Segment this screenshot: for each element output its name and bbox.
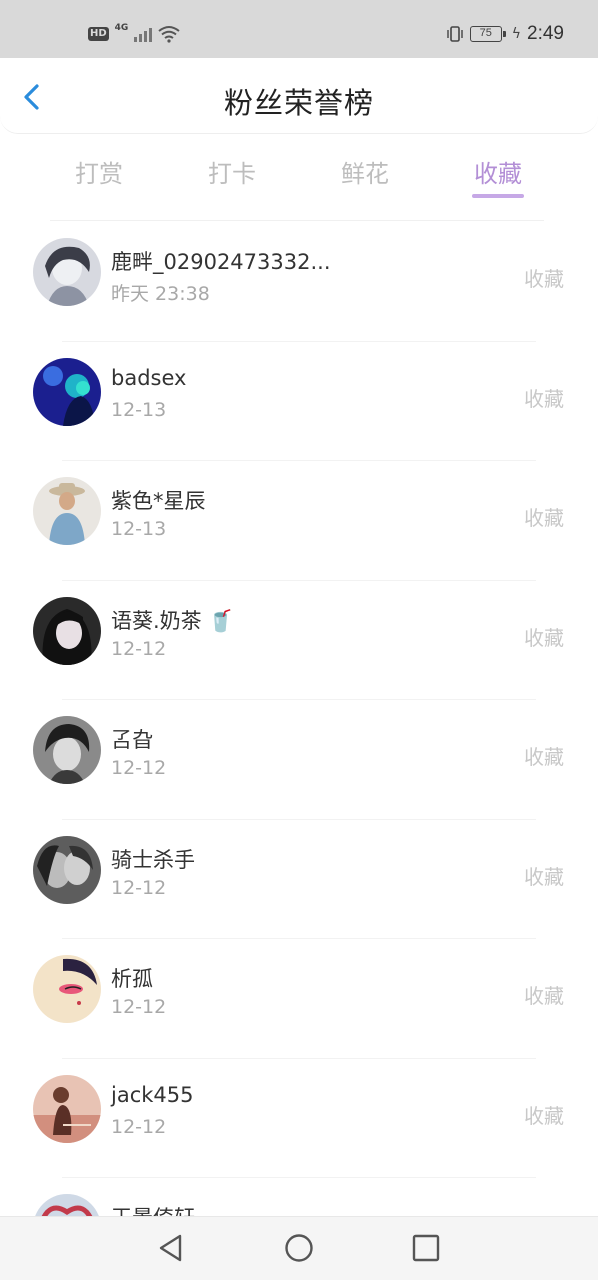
drink-emoji-icon: 🥤	[207, 608, 234, 633]
nav-recent-square-icon[interactable]	[409, 1231, 443, 1265]
fan-name: 紫色*星辰	[111, 489, 206, 513]
battery-icon: 75	[469, 26, 506, 42]
charging-icon: ϟ	[511, 26, 522, 42]
list-item[interactable]: 语葵.奶茶 🥤 12-12 收藏	[0, 581, 598, 700]
fan-name: badsex	[111, 365, 187, 390]
status-right: 75 ϟ 2:49	[446, 20, 564, 48]
fan-name: 王景倚轩	[111, 1202, 195, 1216]
fan-date: 12-13	[111, 398, 167, 421]
page-title: 粉丝荣誉榜	[223, 86, 374, 120]
active-tab-indicator	[472, 194, 524, 198]
avatar	[33, 1194, 101, 1216]
tabs-divider	[50, 220, 544, 221]
avatar	[33, 596, 101, 665]
fan-name: 语葵.奶茶 🥤	[111, 608, 234, 633]
favorite-action[interactable]: 收藏	[524, 980, 564, 1009]
fan-name: 叾旮	[111, 728, 153, 752]
system-nav-bar	[0, 1216, 598, 1280]
fan-date: 12-12	[111, 637, 167, 660]
nav-back-triangle-icon[interactable]	[154, 1231, 188, 1265]
fan-name: jack455	[111, 1082, 194, 1107]
avatar	[33, 477, 101, 545]
tab-bar: 打赏 打卡 鲜花 收藏	[0, 150, 598, 210]
fan-date: 12-12	[111, 876, 167, 899]
list-item[interactable]: 鹿畔_02902473332... 昨天 23:38 收藏	[0, 222, 598, 342]
fan-name: 鹿畔_02902473332...	[111, 250, 331, 274]
tab-favorites[interactable]: 收藏	[458, 154, 538, 189]
list-item[interactable]: 骑士杀手 12-12 收藏	[0, 820, 598, 939]
favorite-action[interactable]: 收藏	[524, 502, 564, 531]
fan-date: 12-12	[111, 1115, 167, 1138]
fan-name: 骑士杀手	[111, 847, 195, 872]
favorite-action[interactable]: 收藏	[524, 263, 564, 292]
avatar	[33, 955, 101, 1023]
favorite-action[interactable]: 收藏	[524, 1100, 564, 1129]
avatar	[33, 357, 101, 426]
signal-icon	[134, 26, 153, 42]
list-item[interactable]: jack455 12-12 收藏	[0, 1059, 598, 1178]
avatar	[33, 1074, 101, 1143]
status-bar: HD 4G 75 ϟ 2:49	[0, 0, 598, 58]
favorite-action[interactable]: 收藏	[524, 622, 564, 651]
fan-date: 12-12	[111, 757, 167, 779]
list-item[interactable]: 析孤 12-12 收藏	[0, 939, 598, 1059]
status-left: HD 4G	[88, 22, 180, 46]
fans-list: 鹿畔_02902473332... 昨天 23:38 收藏 badsex 12-…	[0, 222, 598, 1216]
list-item[interactable]: 王景倚轩	[0, 1178, 598, 1216]
fan-date: 昨天 23:38	[111, 283, 210, 305]
wifi-icon	[158, 26, 180, 43]
avatar	[33, 835, 101, 904]
list-item[interactable]: 紫色*星辰 12-13 收藏	[0, 461, 598, 581]
page-header: 粉丝荣誉榜	[0, 58, 598, 134]
fan-name: 析孤	[111, 967, 153, 991]
favorite-action[interactable]: 收藏	[524, 861, 564, 890]
fan-date: 12-13	[111, 518, 167, 540]
tab-tips[interactable]: 打赏	[59, 154, 139, 189]
tab-flowers[interactable]: 鲜花	[325, 154, 405, 189]
status-time: 2:49	[527, 23, 564, 44]
fan-date: 12-12	[111, 996, 167, 1018]
vibrate-icon	[447, 26, 463, 42]
tab-checkin[interactable]: 打卡	[192, 154, 272, 189]
nav-home-circle-icon[interactable]	[282, 1231, 316, 1265]
list-item[interactable]: 叾旮 12-12 收藏	[0, 700, 598, 820]
avatar	[33, 716, 101, 784]
network-type: 4G	[114, 23, 129, 33]
favorite-action[interactable]: 收藏	[524, 383, 564, 412]
list-item[interactable]: badsex 12-13 收藏	[0, 342, 598, 461]
favorite-action[interactable]: 收藏	[524, 741, 564, 770]
avatar	[33, 238, 101, 306]
hd-icon: HD	[88, 27, 109, 41]
